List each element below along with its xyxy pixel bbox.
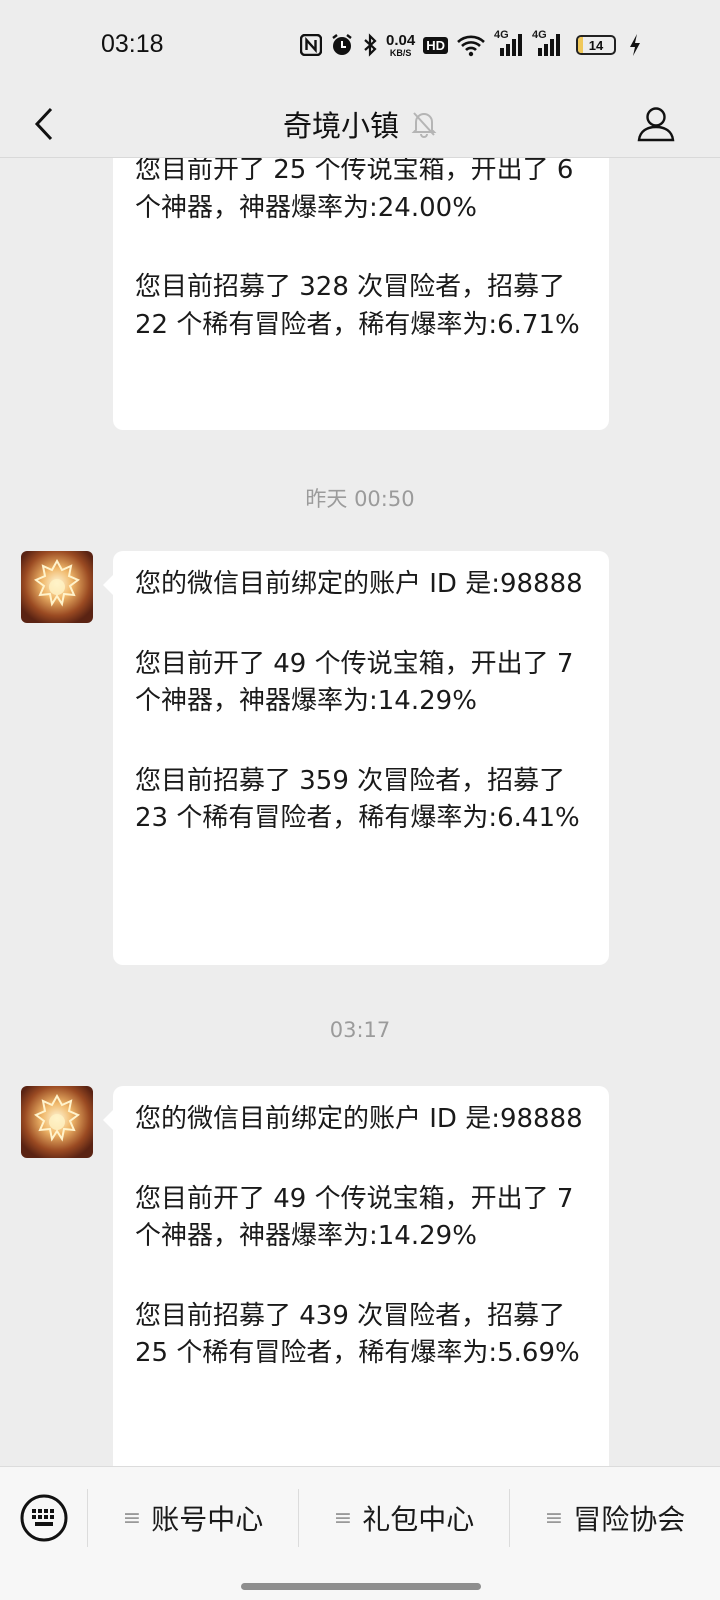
- message-paragraph: 您的微信目前绑定的账户 ID 是:98888: [135, 1104, 583, 1134]
- bell-off-icon: [411, 110, 437, 138]
- menu-item-label: 冒险协会: [573, 1503, 686, 1536]
- message-paragraph: 您目前招募了 359 次冒险者，招募了 23 个稀有冒险者，稀有爆率为:6.41…: [135, 765, 580, 834]
- message-bubble[interactable]: 您的微信目前绑定的账户 ID 是:98888 您目前开了 49 个传说宝箱，开出…: [103, 1086, 609, 1466]
- signal-type-label: 4G: [531, 29, 547, 41]
- lion-emblem-icon: [21, 551, 93, 623]
- menu-account-center[interactable]: ≡ 账号中心: [88, 1481, 298, 1555]
- service-menu-bar: ≡ 账号中心 ≡ 礼包中心 ≡ 冒险协会: [0, 1466, 720, 1600]
- menu-item-label: 账号中心: [151, 1503, 264, 1536]
- lion-emblem-icon: [21, 1086, 93, 1158]
- menu-adventure-guild[interactable]: ≡ 冒险协会: [510, 1481, 720, 1555]
- message-bubble[interactable]: 您目前开了 25 个传说宝箱，开出了 6 个神器，神器爆率为:24.00% 您目…: [113, 158, 609, 430]
- menu-item-label: 礼包中心: [362, 1503, 475, 1536]
- bluetooth-icon: [362, 33, 378, 57]
- signal-icon: 4G: [494, 29, 524, 57]
- nfc-icon: [300, 34, 322, 56]
- menu-lines-icon: ≡: [544, 1505, 564, 1531]
- message-paragraph: 您目前开了 49 个传说宝箱，开出了 7 个神器，神器爆率为:14.29%: [135, 1183, 574, 1252]
- battery-level: 14: [588, 37, 604, 53]
- avatar[interactable]: [21, 1086, 93, 1158]
- profile-button[interactable]: [632, 98, 680, 150]
- signal-icon: 4G: [532, 29, 562, 57]
- chevron-left-icon: [34, 107, 53, 141]
- chat-header: 奇境小镇: [0, 90, 720, 158]
- message-paragraph: 您的微信目前绑定的账户 ID 是:98888: [135, 569, 583, 599]
- status-icons: 0.04 KB/S HD 4G 4G 14: [300, 29, 642, 60]
- message-timestamp: 03:17: [329, 1018, 391, 1042]
- person-icon: [637, 107, 675, 142]
- status-time: 03:18: [101, 30, 164, 58]
- message-paragraph: 您目前招募了 439 次冒险者，招募了 25 个稀有冒险者，稀有爆率为:5.69…: [135, 1300, 580, 1369]
- message-list[interactable]: 您目前开了 25 个传说宝箱，开出了 6 个神器，神器爆率为:24.00% 您目…: [0, 158, 720, 1466]
- wifi-icon: [456, 33, 486, 57]
- menu-lines-icon: ≡: [333, 1505, 353, 1531]
- menu-gift-center[interactable]: ≡ 礼包中心: [299, 1481, 509, 1555]
- status-bar: 03:18 0.04 KB/S HD 4G 4G 14: [0, 0, 720, 90]
- message-bubble[interactable]: 您的微信目前绑定的账户 ID 是:98888 您目前开了 49 个传说宝箱，开出…: [103, 551, 609, 965]
- message-timestamp: 昨天 00:50: [305, 487, 415, 511]
- hd-voice-icon: HD: [423, 36, 448, 54]
- avatar[interactable]: [21, 551, 93, 623]
- home-indicator[interactable]: [241, 1583, 481, 1590]
- alarm-icon: [330, 33, 354, 57]
- net-speed: 0.04 KB/S: [386, 33, 415, 58]
- keyboard-toggle-button[interactable]: [18, 1492, 70, 1544]
- message-paragraph: 您目前招募了 328 次冒险者，招募了 22 个稀有冒险者，稀有爆率为:6.71…: [135, 272, 580, 340]
- message-paragraph: 您目前开了 49 个传说宝箱，开出了 7 个神器，神器爆率为:14.29%: [135, 648, 574, 717]
- title-group: 奇境小镇: [0, 90, 720, 158]
- keyboard-icon: [20, 1494, 68, 1542]
- chat-title: 奇境小镇: [282, 109, 399, 143]
- net-speed-unit: KB/S: [389, 47, 412, 58]
- charging-icon: [628, 33, 642, 57]
- menu-lines-icon: ≡: [122, 1505, 142, 1531]
- signal-type-label: 4G: [493, 29, 509, 41]
- battery-fill: [577, 37, 584, 53]
- battery-icon: 14: [575, 35, 616, 55]
- net-speed-value: 0.04: [386, 31, 416, 49]
- message-paragraph: 您目前开了 25 个传说宝箱，开出了 6 个神器，神器爆率为:24.00%: [135, 158, 574, 223]
- back-button[interactable]: [24, 100, 64, 148]
